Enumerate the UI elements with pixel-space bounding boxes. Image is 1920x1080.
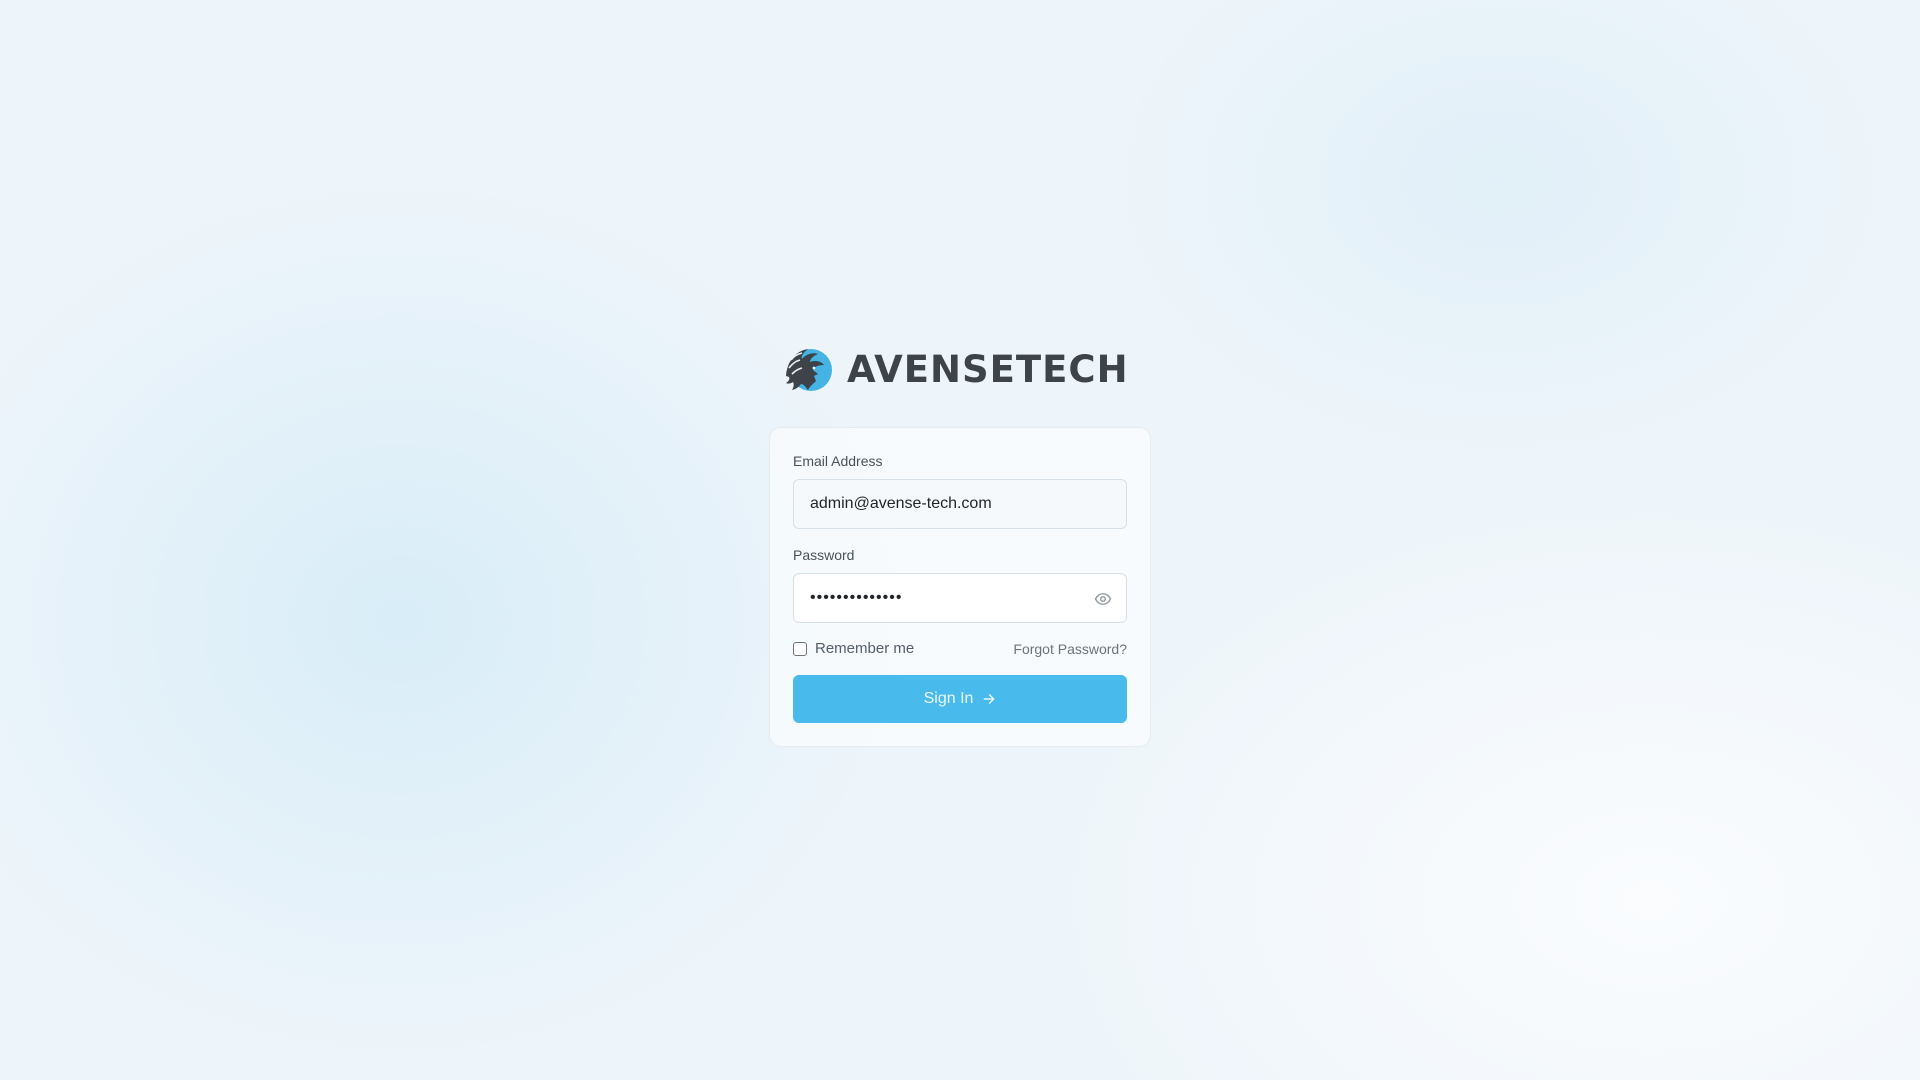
sign-in-button[interactable]: Sign In [793, 675, 1127, 723]
arrow-right-icon [984, 694, 995, 704]
remember-me[interactable]: Remember me [793, 640, 914, 657]
email-field-box [793, 479, 1127, 529]
sign-in-label: Sign In [923, 690, 974, 707]
email-label: Email Address [793, 453, 883, 469]
password-field[interactable] [794, 574, 1126, 622]
lion-head-icon [786, 349, 832, 391]
forgot-password-link[interactable]: Forgot Password? [1013, 641, 1127, 657]
remember-me-checkbox[interactable] [793, 641, 807, 656]
password-field-box [793, 573, 1127, 623]
brand-logo: AVENSETECH [783, 346, 1129, 394]
login-card: Email Address Password Remember me Forgo… [769, 427, 1151, 747]
password-label: Password [793, 547, 855, 563]
eye-icon[interactable] [1094, 590, 1112, 608]
email-field[interactable] [794, 480, 1126, 528]
remember-me-label: Remember me [815, 640, 915, 657]
brand-wordmark: AVENSETECH [847, 348, 1129, 391]
